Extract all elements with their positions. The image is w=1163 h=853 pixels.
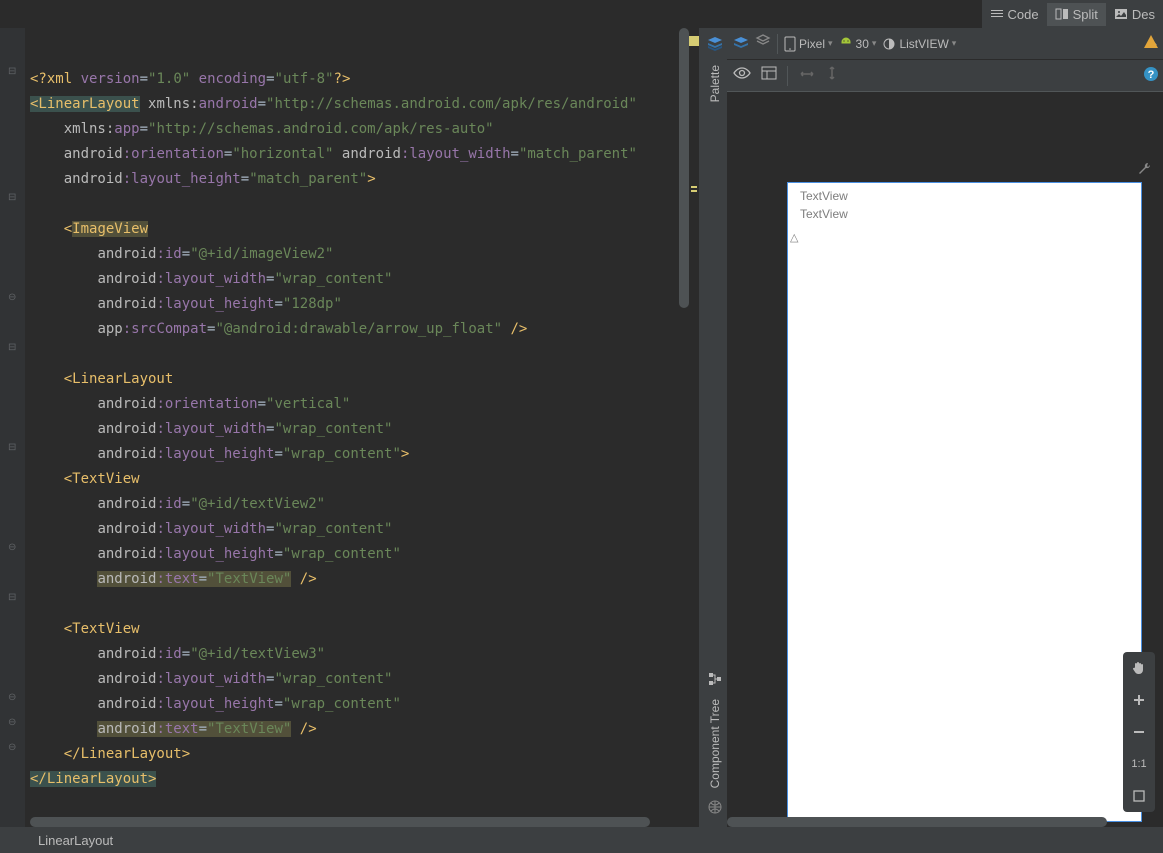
tab-code[interactable]: Code <box>982 3 1047 26</box>
svg-text:?: ? <box>1148 69 1155 81</box>
device-preview[interactable]: TextView TextView △ <box>787 182 1142 822</box>
api-selector[interactable]: 30 ▾ <box>839 37 877 51</box>
eye-icon[interactable] <box>733 66 751 85</box>
inspection-box[interactable] <box>689 36 699 46</box>
zoom-1to1-button[interactable]: 1:1 <box>1123 748 1155 780</box>
layers-icon[interactable] <box>707 36 723 57</box>
zoom-in-button[interactable] <box>1123 684 1155 716</box>
help-icon[interactable]: ? <box>1143 66 1159 87</box>
preview-textview-2: TextView <box>788 205 1141 223</box>
error-stripe[interactable] <box>689 28 699 827</box>
tab-design-label: Des <box>1132 7 1155 22</box>
api-level: 30 <box>856 37 869 51</box>
chevron-down-icon: ▾ <box>952 38 957 49</box>
wrench-icon[interactable] <box>1137 162 1151 181</box>
globe-icon[interactable] <box>708 800 722 819</box>
pan-vertical-icon[interactable] <box>826 64 838 87</box>
design-inner: Pixel ▾ 30 ▾ ListVIEW ▾ » <box>727 28 1163 827</box>
preview-textview-1: TextView <box>788 183 1141 205</box>
fold-mark[interactable]: ⊖ <box>8 692 16 703</box>
warning-mark[interactable] <box>691 186 697 188</box>
code-line: <LinearLayout <box>30 96 140 112</box>
code-editor-pane: ⊟ ⊟ ⊖ ⊟ ⊟ ⊖ ⊟ ⊖ ⊖ ⊖ <?xml version="1.0" … <box>0 28 699 827</box>
chevron-down-icon: ▾ <box>872 38 877 49</box>
tab-split-label: Split <box>1073 7 1098 22</box>
code-line: <?xml <box>30 71 72 87</box>
split-icon <box>1055 7 1069 21</box>
android-icon <box>839 37 853 51</box>
editor-vscroll-thumb[interactable] <box>679 28 689 308</box>
tab-code-label: Code <box>1008 7 1039 22</box>
status-bar: LinearLayout <box>0 827 1163 853</box>
editor-vscroll[interactable] <box>679 28 689 827</box>
fold-mark[interactable]: ⊖ <box>8 292 16 303</box>
phone-icon <box>784 36 796 52</box>
zoom-out-button[interactable] <box>1123 716 1155 748</box>
main-area: ⊟ ⊟ ⊖ ⊟ ⊟ ⊖ ⊟ ⊖ ⊖ ⊖ <?xml version="1.0" … <box>0 28 1163 827</box>
zoom-fit-button[interactable] <box>1123 780 1155 812</box>
theme-name: ListVIEW <box>899 37 948 51</box>
device-selector[interactable]: Pixel ▾ <box>784 36 833 52</box>
component-tree-panel-button[interactable]: Component Tree <box>708 691 722 796</box>
device-name: Pixel <box>799 37 825 51</box>
pan-hand-button[interactable] <box>1123 652 1155 684</box>
zoom-panel: 1:1 <box>1123 652 1155 812</box>
warning-mark[interactable] <box>691 190 697 192</box>
fold-mark[interactable]: ⊟ <box>8 592 16 603</box>
fold-mark[interactable]: ⊖ <box>8 742 16 753</box>
toolbar-separator <box>787 66 788 86</box>
breadcrumb[interactable]: LinearLayout <box>38 833 113 848</box>
toolbar-separator <box>777 34 778 54</box>
design-toolbar-top: Pixel ▾ 30 ▾ ListVIEW ▾ » <box>727 28 1163 60</box>
design-surface-icon[interactable] <box>733 36 749 52</box>
fold-mark[interactable]: ⊟ <box>8 192 16 203</box>
design-toolbar-second: ? <box>727 60 1163 92</box>
code-editor[interactable]: <?xml version="1.0" encoding="utf-8"?> <… <box>0 28 699 827</box>
view-mode-tabs: Code Split Des <box>982 0 1163 28</box>
tab-split[interactable]: Split <box>1047 3 1106 26</box>
editor-hscroll-thumb[interactable] <box>30 817 650 827</box>
design-icon <box>1114 7 1128 21</box>
fold-mark[interactable]: ⊟ <box>8 442 16 453</box>
design-hscroll[interactable] <box>727 817 1133 827</box>
fold-mark[interactable]: ⊖ <box>8 542 16 553</box>
preview-imageview-arrow: △ <box>790 231 1141 244</box>
palette-panel-button[interactable]: Palette <box>708 57 722 110</box>
warning-icon[interactable] <box>1143 34 1159 55</box>
code-icon <box>990 7 1004 21</box>
design-canvas[interactable]: TextView TextView △ 1:1 <box>727 92 1163 827</box>
blueprint-icon[interactable] <box>755 33 771 54</box>
editor-hscroll[interactable] <box>30 817 679 827</box>
tab-design[interactable]: Des <box>1106 3 1163 26</box>
layout-details-icon[interactable] <box>761 66 777 85</box>
left-side-rail: Palette Component Tree <box>703 28 727 827</box>
chevron-down-icon: ▾ <box>828 38 833 49</box>
fold-mark[interactable]: ⊖ <box>8 717 16 728</box>
fold-mark[interactable]: ⊟ <box>8 66 16 77</box>
design-hscroll-thumb[interactable] <box>727 817 1107 827</box>
editor-gutter[interactable]: ⊟ ⊟ ⊖ ⊟ ⊟ ⊖ ⊟ ⊖ ⊖ ⊖ <box>0 28 25 827</box>
fold-mark[interactable]: ⊟ <box>8 342 16 353</box>
component-tree-icon[interactable] <box>708 672 722 691</box>
theme-selector[interactable]: ListVIEW ▾ <box>882 37 956 51</box>
design-pane: Palette Component Tree Pixe <box>703 28 1163 827</box>
theme-icon <box>882 37 896 51</box>
pan-horizontal-icon[interactable] <box>798 67 816 85</box>
